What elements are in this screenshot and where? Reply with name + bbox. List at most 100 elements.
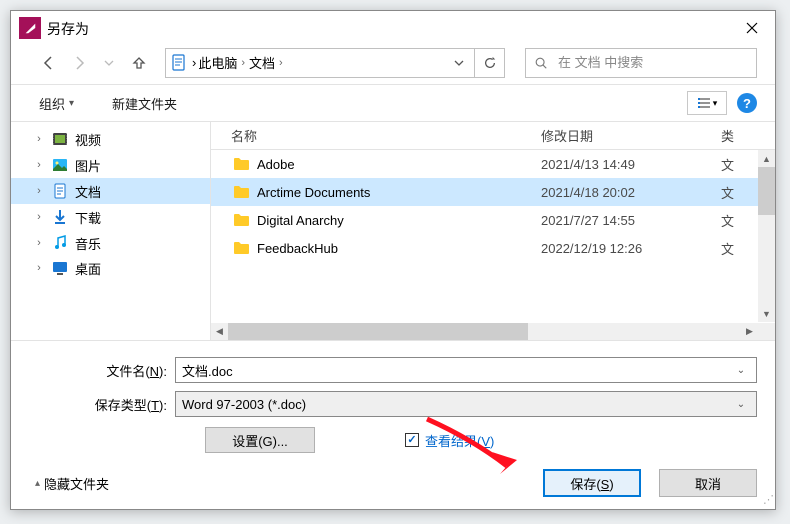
breadcrumb-documents[interactable]: 文档 bbox=[249, 53, 275, 72]
view-result-label: 查看结果(V) bbox=[425, 431, 494, 450]
videos-icon bbox=[51, 130, 69, 148]
forward-button[interactable] bbox=[67, 51, 91, 75]
sidebar-item-documents[interactable]: › 文档 bbox=[11, 178, 210, 204]
sidebar-item-videos[interactable]: › 视频 bbox=[11, 126, 210, 152]
documents-icon bbox=[166, 54, 192, 72]
cancel-label: 取消 bbox=[695, 474, 721, 493]
back-button[interactable] bbox=[37, 51, 61, 75]
file-row[interactable]: Adobe 2021/4/13 14:49 文 bbox=[211, 150, 775, 178]
scroll-thumb[interactable] bbox=[758, 167, 775, 215]
column-headers: 名称 修改日期 类 bbox=[211, 122, 775, 150]
settings-button[interactable]: 设置(G)... bbox=[205, 427, 315, 453]
downloads-icon bbox=[51, 208, 69, 226]
chevron-right-icon: › bbox=[33, 133, 45, 145]
organize-button[interactable]: 组织 ▾ bbox=[35, 90, 78, 117]
savetype-combobox[interactable]: Word 97-2003 (*.doc) ⌄ bbox=[175, 391, 757, 417]
savetype-value: Word 97-2003 (*.doc) bbox=[182, 397, 732, 412]
chevron-down-icon: ▾ bbox=[713, 98, 718, 109]
tree-label: 图片 bbox=[75, 156, 210, 175]
triangle-up-icon: ▴ bbox=[35, 478, 40, 489]
address-bar[interactable]: › 此电脑 › 文档 › bbox=[165, 48, 505, 78]
file-row[interactable]: Arctime Documents 2021/4/18 20:02 文 bbox=[211, 178, 775, 206]
sidebar-item-music[interactable]: › 音乐 bbox=[11, 230, 210, 256]
chevron-right-icon: › bbox=[33, 211, 45, 223]
view-mode-button[interactable]: ▾ bbox=[687, 91, 727, 115]
sidebar-item-desktop[interactable]: › 桌面 bbox=[11, 256, 210, 276]
up-button[interactable] bbox=[127, 51, 151, 75]
tree-label: 下载 bbox=[75, 208, 210, 227]
sidebar: › 视频 › 图片 › 文档 › 下载 bbox=[11, 122, 211, 340]
file-row[interactable]: Digital Anarchy 2021/7/27 14:55 文 bbox=[211, 206, 775, 234]
file-row[interactable]: FeedbackHub 2022/12/19 12:26 文 bbox=[211, 234, 775, 262]
file-date: 2021/4/18 20:02 bbox=[541, 185, 721, 200]
chevron-down-icon[interactable]: ⌄ bbox=[732, 399, 750, 410]
chevron-right-icon: › bbox=[33, 185, 45, 197]
toolbar: 组织 ▾ 新建文件夹 ▾ ? bbox=[11, 85, 775, 121]
file-area: 名称 修改日期 类 Adobe 2021/4/13 14:49 文 Arctim… bbox=[211, 122, 775, 340]
sidebar-item-downloads[interactable]: › 下载 bbox=[11, 204, 210, 230]
folder-icon bbox=[231, 155, 251, 173]
chevron-down-icon: ▾ bbox=[69, 98, 74, 109]
tree-label: 文档 bbox=[75, 182, 210, 201]
search-input[interactable] bbox=[556, 54, 756, 71]
chevron-right-icon: › bbox=[279, 57, 283, 69]
scroll-right-arrow[interactable]: ▶ bbox=[741, 323, 758, 340]
chevron-right-icon: › bbox=[33, 159, 45, 171]
music-icon bbox=[51, 234, 69, 252]
scroll-corner bbox=[758, 323, 775, 340]
refresh-button[interactable] bbox=[474, 49, 504, 77]
settings-label: 设置(G)... bbox=[232, 431, 288, 450]
breadcrumb: 此电脑 › 文档 › bbox=[196, 53, 444, 72]
column-date[interactable]: 修改日期 bbox=[541, 126, 721, 145]
sidebar-item-pictures[interactable]: › 图片 bbox=[11, 152, 210, 178]
lower-panel: 文件名(N): 文档.doc ⌄ 保存类型(T): Word 97-2003 (… bbox=[11, 341, 775, 459]
recent-dropdown[interactable] bbox=[97, 51, 121, 75]
bottom-row: ▴ 隐藏文件夹 保存(S) 取消 bbox=[11, 459, 775, 509]
folder-icon bbox=[231, 239, 251, 257]
hide-folders-toggle[interactable]: ▴ 隐藏文件夹 bbox=[35, 474, 109, 493]
file-list: Adobe 2021/4/13 14:49 文 Arctime Document… bbox=[211, 150, 775, 340]
scroll-up-arrow[interactable]: ▲ bbox=[758, 150, 775, 167]
pictures-icon bbox=[51, 156, 69, 174]
organize-label: 组织 bbox=[39, 94, 65, 113]
horizontal-scrollbar[interactable]: ◀ ▶ bbox=[211, 323, 758, 340]
scroll-down-arrow[interactable]: ▼ bbox=[758, 305, 775, 322]
savetype-label: 保存类型(T): bbox=[35, 395, 175, 414]
cancel-button[interactable]: 取消 bbox=[659, 469, 757, 497]
new-folder-label: 新建文件夹 bbox=[112, 94, 177, 113]
filename-label: 文件名(N): bbox=[35, 361, 175, 380]
filename-value: 文档.doc bbox=[182, 361, 732, 380]
save-button[interactable]: 保存(S) bbox=[543, 469, 641, 497]
scroll-thumb[interactable] bbox=[228, 323, 528, 340]
view-result-checkbox[interactable]: ✓ 查看结果(V) bbox=[405, 431, 494, 450]
column-name[interactable]: 名称 bbox=[231, 126, 541, 145]
desktop-icon bbox=[51, 259, 69, 276]
file-name: Adobe bbox=[257, 157, 541, 172]
vertical-scrollbar[interactable]: ▲ ▼ bbox=[758, 150, 775, 322]
save-as-dialog: 另存为 › 此电脑 › 文档 › bbox=[10, 10, 776, 510]
breadcrumb-this-pc[interactable]: 此电脑 bbox=[198, 53, 237, 72]
file-name: FeedbackHub bbox=[257, 241, 541, 256]
window-title: 另存为 bbox=[47, 13, 89, 39]
search-box[interactable] bbox=[525, 48, 757, 78]
file-date: 2021/4/13 14:49 bbox=[541, 157, 721, 172]
column-type[interactable]: 类 bbox=[721, 126, 775, 145]
new-folder-button[interactable]: 新建文件夹 bbox=[108, 90, 181, 117]
close-button[interactable] bbox=[729, 13, 775, 43]
scroll-left-arrow[interactable]: ◀ bbox=[211, 323, 228, 340]
chevron-right-icon: › bbox=[241, 57, 245, 69]
filename-input[interactable]: 文档.doc ⌄ bbox=[175, 357, 757, 383]
tree-label: 音乐 bbox=[75, 234, 210, 253]
hide-folders-label: 隐藏文件夹 bbox=[44, 474, 109, 493]
resize-grip[interactable]: ⋰ bbox=[763, 497, 775, 509]
tree-label: 桌面 bbox=[75, 259, 210, 277]
address-history-dropdown[interactable] bbox=[444, 49, 474, 77]
file-name: Digital Anarchy bbox=[257, 213, 541, 228]
nav-row: › 此电脑 › 文档 › bbox=[11, 45, 775, 85]
file-date: 2022/12/19 12:26 bbox=[541, 241, 721, 256]
app-icon bbox=[19, 17, 41, 39]
chevron-right-icon: › bbox=[33, 262, 45, 274]
help-button[interactable]: ? bbox=[737, 93, 757, 113]
file-name: Arctime Documents bbox=[257, 185, 541, 200]
chevron-down-icon[interactable]: ⌄ bbox=[732, 365, 750, 376]
